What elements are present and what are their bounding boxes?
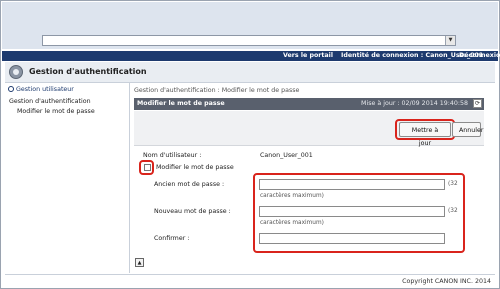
copyright-text: Copyright CANON INC. 2014 (402, 278, 491, 285)
chevron-down-icon[interactable]: ▼ (445, 36, 455, 45)
update-button[interactable]: Mettre à jour (399, 122, 451, 147)
browser-toolbar: ▼ (2, 2, 498, 49)
browser-window: ▼ Vers le portail Identité de connexion … (0, 0, 500, 289)
sidebar-item-user-management[interactable]: Gestion utilisateur (8, 86, 74, 93)
top-navigation-bar: Vers le portail Identité de connexion : … (2, 51, 500, 61)
new-password-max-hint-suffix: caractères maximum) (260, 220, 324, 226)
last-update-timestamp: Mise à jour : 02/09 2014 19:40:58 (361, 100, 468, 107)
application-header: Gestion d'authentification (5, 62, 495, 83)
new-password-max-hint: (32 (448, 208, 458, 214)
gear-icon (9, 65, 23, 79)
breadcrumb: Gestion d'authentification : Modifier le… (134, 87, 300, 94)
old-password-max-hint-suffix: caractères maximum) (260, 193, 324, 199)
refresh-icon[interactable]: ⟳ (473, 99, 482, 108)
portal-link[interactable]: Vers le portail (283, 51, 333, 61)
app-title: Gestion d'authentification (29, 67, 147, 76)
change-password-label: Modifier le mot de passe (156, 164, 234, 171)
panel-header: Modifier le mot de passe Mise à jour : 0… (134, 98, 484, 110)
circle-arrow-icon (8, 86, 14, 92)
sidebar-item-change-password[interactable]: Modifier le mot de passe (17, 108, 95, 115)
confirm-label: Confirmer : (154, 235, 190, 242)
address-bar[interactable]: ▼ (42, 35, 456, 46)
new-password-input[interactable] (259, 206, 445, 217)
footer-divider (5, 274, 495, 275)
confirm-password-input[interactable] (259, 233, 445, 244)
new-password-label: Nouveau mot de passe : (154, 208, 231, 215)
username-label: Nom d'utilisateur : (143, 152, 202, 159)
old-password-max-hint: (32 (448, 181, 458, 187)
cancel-button[interactable]: Annuler (452, 122, 484, 137)
old-password-input[interactable] (259, 179, 445, 190)
logout-link[interactable]: Déconnexion (459, 51, 500, 61)
sidebar: Gestion utilisateur Gestion d'authentifi… (5, 83, 130, 273)
action-bar: Mettre à jour Annuler (134, 111, 484, 147)
change-password-checkbox[interactable] (144, 164, 151, 171)
panel-title: Modifier le mot de passe (137, 100, 225, 107)
arrow-up-icon[interactable]: ▲ (135, 258, 144, 267)
sidebar-section-title: Gestion d'authentification (9, 98, 91, 105)
username-value: Canon_User_001 (260, 152, 313, 159)
sidebar-item-label: Gestion utilisateur (16, 86, 74, 93)
old-password-label: Ancien mot de passe : (154, 181, 225, 188)
